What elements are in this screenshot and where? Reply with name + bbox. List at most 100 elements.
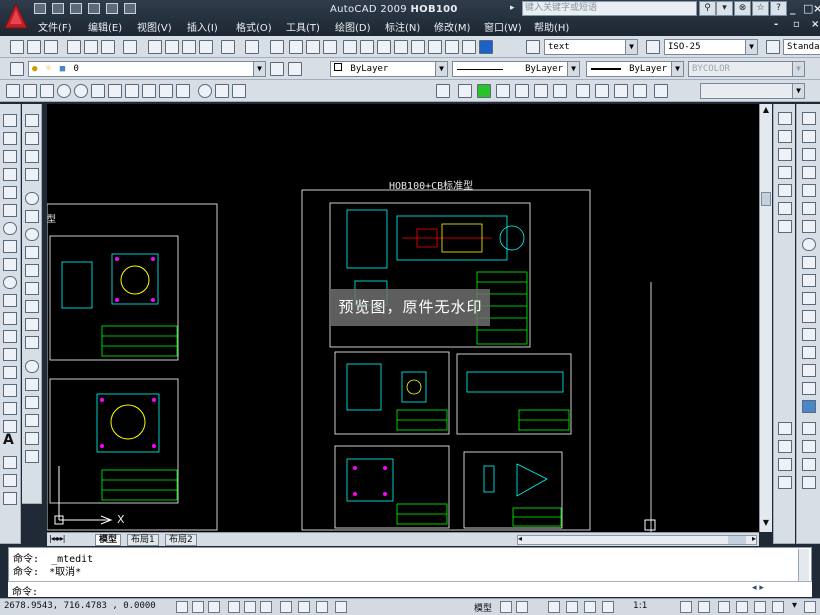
wipeout-icon[interactable] — [159, 84, 173, 98]
annotation-visibility-icon[interactable] — [680, 601, 692, 613]
circle-icon[interactable] — [57, 84, 71, 98]
text-front-icon[interactable] — [534, 84, 548, 98]
layer-previous-icon[interactable] — [288, 62, 302, 76]
menu-file[interactable]: 文件(F) — [38, 19, 72, 34]
zoom-window-icon[interactable] — [802, 400, 816, 413]
erase-icon[interactable] — [25, 114, 39, 127]
send-back-icon[interactable] — [477, 84, 491, 98]
spline-icon[interactable] — [3, 258, 17, 271]
ring-icon[interactable] — [198, 84, 212, 98]
fillet-icon[interactable] — [25, 378, 39, 391]
dim-aligned-icon[interactable] — [778, 130, 792, 143]
hatch-icon[interactable] — [108, 84, 122, 98]
ucs-icon[interactable] — [778, 422, 792, 435]
redo-icon[interactable] — [245, 40, 259, 54]
match-properties-icon[interactable] — [182, 40, 196, 54]
point-icon[interactable] — [3, 348, 17, 361]
hscroll-thumb[interactable] — [728, 536, 746, 544]
auto-scale-icon[interactable] — [698, 601, 710, 613]
menu-format[interactable]: 格式(O) — [236, 19, 272, 34]
viewport-icon[interactable] — [802, 440, 816, 453]
zoom-previous-icon[interactable] — [323, 40, 337, 54]
tab-layout1[interactable]: 布局1 — [127, 534, 159, 546]
boundary-icon[interactable] — [142, 84, 156, 98]
solid-icon[interactable] — [576, 84, 590, 98]
star-icon[interactable]: ☆ — [752, 1, 769, 16]
coordinates-readout[interactable]: 2678.9543, 716.4783 , 0.0000 — [4, 601, 156, 611]
layer-properties-icon[interactable] — [10, 62, 24, 76]
communication-icon[interactable]: ▾ — [716, 1, 733, 16]
make-current-layer-icon[interactable] — [270, 62, 284, 76]
material-icon[interactable] — [633, 84, 647, 98]
dim-angular-icon[interactable] — [802, 166, 816, 179]
dim-arc-icon[interactable] — [778, 148, 792, 161]
mirror-icon[interactable] — [25, 150, 39, 163]
command-input[interactable]: 命令: ◂ ▸ — [8, 581, 812, 598]
ortho-icon[interactable] — [208, 601, 220, 613]
plot-preview-icon[interactable] — [84, 40, 98, 54]
annotation-scale[interactable]: 1:1 — [633, 601, 647, 611]
zoom-realtime-icon[interactable] — [289, 40, 303, 54]
zoom-window-icon[interactable] — [306, 40, 320, 54]
layer-manager-icon[interactable] — [462, 40, 476, 54]
draw-order-icon[interactable] — [436, 84, 450, 98]
menu-draw[interactable]: 绘图(D) — [335, 19, 371, 34]
layout-view-icon[interactable] — [500, 601, 512, 613]
donut-icon[interactable] — [74, 84, 88, 98]
block-editor-icon[interactable] — [199, 40, 213, 54]
plotstyle-select[interactable]: BYCOLOR ▼ — [688, 61, 805, 77]
scroll-up-icon[interactable]: ▲ — [761, 105, 771, 116]
circle-icon[interactable] — [3, 222, 17, 235]
zoom-extents-icon[interactable] — [3, 492, 17, 505]
dim-ordinate-icon[interactable] — [778, 166, 792, 179]
undo-icon[interactable] — [106, 3, 118, 14]
menu-edit[interactable]: 编辑(E) — [88, 19, 122, 34]
named-views-icon[interactable] — [802, 476, 816, 489]
dim-center-icon[interactable] — [802, 220, 816, 233]
bring-front-icon[interactable] — [458, 84, 472, 98]
polyline-icon[interactable] — [6, 84, 20, 98]
pan-status-icon[interactable] — [548, 601, 560, 613]
ellipse-icon[interactable] — [3, 276, 17, 289]
construction-line-icon[interactable] — [3, 132, 17, 145]
doc-minimize-icon[interactable]: - — [774, 19, 778, 30]
polyline-icon[interactable] — [3, 150, 17, 163]
lineweight-select[interactable]: ByLayer ▼ — [586, 61, 684, 77]
open-icon[interactable] — [27, 40, 41, 54]
sheet-set-icon[interactable] — [394, 40, 408, 54]
showmotion-icon[interactable] — [602, 601, 614, 613]
text-icon[interactable]: A — [3, 432, 14, 448]
search-input[interactable]: 键入关键字或短语 — [522, 1, 697, 16]
command-nav-arrows[interactable]: ◂ ▸ — [752, 583, 764, 593]
calculator-icon[interactable] — [445, 40, 459, 54]
maximize-icon[interactable]: □ — [803, 2, 813, 15]
properties-icon[interactable] — [25, 432, 39, 445]
offset-icon[interactable] — [802, 310, 816, 323]
dim-style-select[interactable]: ISO-25 ▼ — [664, 39, 758, 55]
print-icon[interactable] — [88, 3, 100, 14]
model-label[interactable]: 模型 — [474, 601, 492, 614]
zoom-icon[interactable] — [3, 474, 17, 487]
dim-update-icon[interactable] — [802, 274, 816, 287]
tolerance-icon[interactable] — [802, 202, 816, 215]
scroll-thumb[interactable] — [761, 192, 771, 206]
polygon-icon[interactable] — [40, 84, 54, 98]
join-icon[interactable] — [25, 336, 39, 349]
rotate-icon[interactable] — [25, 228, 39, 241]
revcloud-icon[interactable] — [3, 240, 17, 253]
steering-wheel-icon[interactable] — [584, 601, 596, 613]
edit-text-icon[interactable] — [25, 414, 39, 427]
table-style-select[interactable]: Standar — [783, 39, 820, 55]
color-select[interactable]: ByLayer ▼ — [330, 61, 448, 77]
gradient-icon[interactable] — [3, 384, 17, 397]
dim-diameter-icon[interactable] — [778, 220, 792, 233]
menu-window[interactable]: 窗口(W) — [484, 19, 522, 34]
save-icon[interactable] — [44, 40, 58, 54]
triangle-icon[interactable] — [23, 84, 37, 98]
dim-style-icon[interactable] — [802, 292, 816, 305]
osnap-icon[interactable] — [244, 601, 256, 613]
menu-tools[interactable]: 工具(T) — [286, 19, 320, 34]
text-style-select[interactable]: text ▼ — [544, 39, 638, 55]
pan-icon[interactable] — [3, 456, 17, 469]
array-icon[interactable] — [25, 192, 39, 205]
